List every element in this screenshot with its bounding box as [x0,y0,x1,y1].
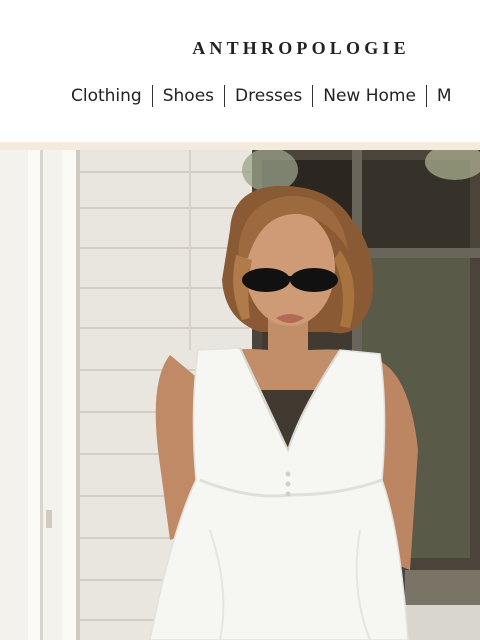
door-frame [0,150,80,640]
brand-logo[interactable]: ANTHROPOLOGIE [0,37,480,59]
nav-item-clothing[interactable]: Clothing [61,85,152,107]
site-header: ANTHROPOLOGIE Clothing Shoes Dresses New… [0,0,480,142]
hero-banner[interactable] [0,150,480,640]
nav-item-shoes[interactable]: Shoes [153,85,224,107]
nav-item-dresses[interactable]: Dresses [225,85,312,107]
header-divider-band [0,142,480,150]
hero-image [0,150,480,640]
nav-item-truncated[interactable]: M [427,85,462,107]
nav-item-new-home[interactable]: New Home [313,85,426,107]
main-nav: Clothing Shoes Dresses New Home M [61,84,462,108]
